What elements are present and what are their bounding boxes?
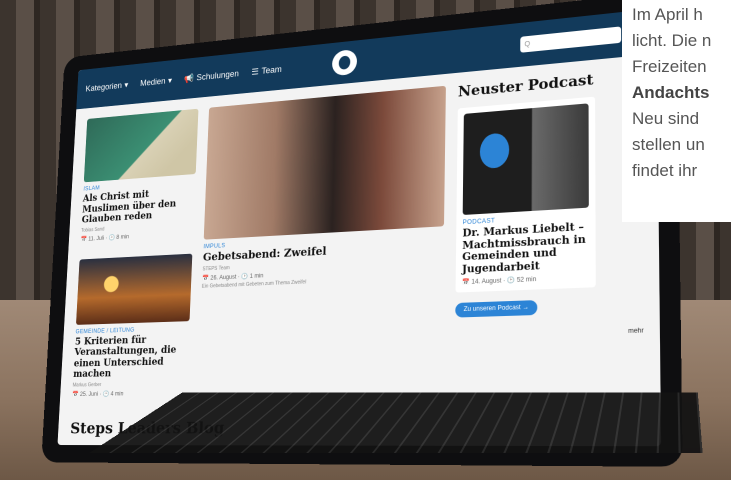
article-author: Markus Gerber (73, 380, 188, 388)
overlay-line: Freizeiten (632, 54, 731, 80)
nav-label: Schulungen (196, 69, 239, 83)
team-icon: ☰ (251, 66, 259, 77)
left-column: Islam Als Christ mit Muslimen über den G… (72, 109, 198, 398)
overlay-line: Im April h (632, 2, 731, 28)
featured-column: Impuls Gebetsabend: Zweifel STEPS Team 📅… (197, 86, 446, 396)
article-image[interactable] (76, 253, 192, 324)
overlay-line: findet ihr (632, 158, 731, 184)
nav-label: Team (261, 64, 281, 75)
podcast-meta: 📅 14. August · 🕑 52 min (462, 274, 589, 287)
keyboard (90, 392, 703, 452)
overlay-line: stellen un (632, 132, 731, 158)
search-icon: Q (524, 40, 530, 48)
overlay-line: licht. Die n (632, 28, 731, 54)
nav-item-schulungen[interactable]: 📢 Schulungen (184, 68, 239, 84)
website-screen: Kategorien ▾ Medien ▾ 📢 Schulungen ☰ Tea… (57, 8, 661, 446)
nav-label: Medien (140, 76, 166, 88)
nav-label: Kategorien (85, 81, 122, 94)
nav-item-kategorien[interactable]: Kategorien ▾ (85, 80, 128, 94)
nav-item-team[interactable]: ☰ Team (251, 64, 282, 77)
main-content: Islam Als Christ mit Muslimen über den G… (59, 54, 660, 409)
steps-podcast-logo (480, 132, 510, 169)
podcast-button[interactable]: Zu unseren Podcast → (455, 300, 538, 318)
overlay-bold-line: Andachts (632, 80, 731, 106)
podcast-title[interactable]: Dr. Markus Liebelt – Machtmissbrauch in … (462, 221, 589, 275)
article-title[interactable]: Als Christ mit Muslimen über den Glauben… (81, 186, 195, 226)
article-meta: 📅 25. Juni · 🕑 4 min (72, 389, 187, 397)
chevron-down-icon: ▾ (124, 80, 128, 90)
overlay-line: Neu sind (632, 106, 731, 132)
podcast-image[interactable] (463, 103, 589, 215)
podcast-card[interactable]: Podcast Dr. Markus Liebelt – Machtmissbr… (456, 97, 596, 293)
more-link[interactable]: mehr (628, 328, 644, 335)
podcast-column: Neuster Podcast Podcast Dr. Markus Liebe… (454, 72, 596, 393)
steps-logo[interactable] (332, 49, 357, 76)
nav-item-medien[interactable]: Medien ▾ (140, 75, 172, 88)
podcast-section-title: Neuster Podcast (458, 72, 595, 101)
chevron-down-icon: ▾ (168, 75, 172, 85)
megaphone-icon: 📢 (184, 73, 194, 84)
featured-image[interactable] (204, 86, 446, 240)
text-overlay: Im April h licht. Die n Freizeiten Andac… (622, 0, 731, 222)
article-image[interactable] (84, 109, 199, 183)
search-input[interactable]: Q (520, 26, 621, 52)
article-title[interactable]: 5 Kriterien für Veranstaltungen, die ein… (73, 333, 189, 380)
